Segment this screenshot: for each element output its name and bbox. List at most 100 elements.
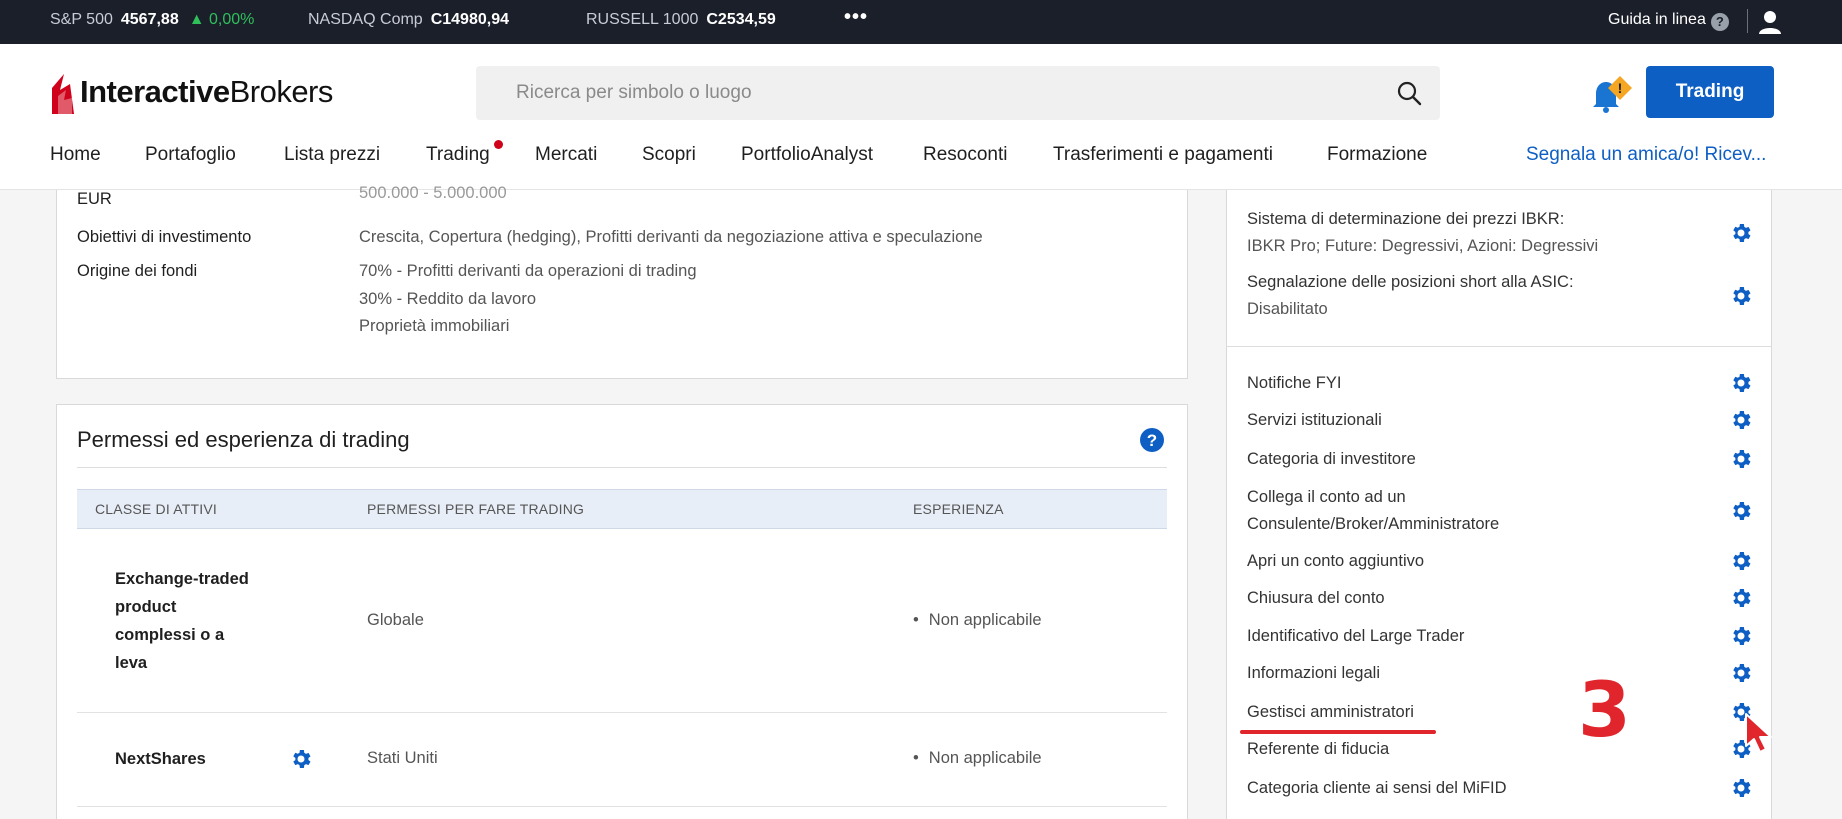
gear-icon[interactable] — [1729, 661, 1753, 685]
setting-item-large-trader[interactable]: Identificativo del Large Trader — [1247, 623, 1753, 650]
annotation-underline — [1240, 730, 1436, 734]
experience-value: Non applicabile — [913, 749, 1042, 768]
gear-icon[interactable] — [1729, 371, 1753, 395]
setting-item-close-account[interactable]: Chiusura del conto — [1247, 585, 1753, 612]
help-label: Guida in linea — [1608, 11, 1706, 28]
setting-label: Chiusura del conto — [1247, 589, 1385, 607]
gear-icon[interactable] — [1729, 499, 1753, 523]
trading-button[interactable]: Trading — [1646, 66, 1774, 118]
logo-flame-icon — [52, 74, 74, 114]
table-header: CLASSE DI ATTIVI PERMESSI PER FARE TRADI… — [77, 489, 1167, 529]
site-header: InteractiveBrokers ! Trading Home Portaf… — [0, 44, 1842, 190]
help-icon: ? — [1710, 13, 1729, 31]
divider — [1227, 346, 1771, 347]
gear-icon[interactable] — [1729, 284, 1753, 308]
setting-label: Identificativo del Large Trader — [1247, 627, 1465, 645]
ticker-name: NASDAQ Comp — [308, 11, 423, 28]
objectives-row: Obiettivi di investimento — [77, 228, 251, 247]
gear-icon[interactable] — [1729, 776, 1753, 800]
interactive-brokers-logo[interactable]: InteractiveBrokers — [50, 70, 333, 114]
setting-label: Consulente/Broker/Amministratore — [1247, 515, 1500, 533]
setting-item-institutional[interactable]: Servizi istituzionali — [1247, 407, 1753, 434]
gear-icon[interactable] — [1729, 408, 1753, 432]
currency-label: EUR — [77, 190, 112, 208]
column-header: PERMESSI PER FARE TRADING — [367, 501, 585, 517]
column-header: CLASSE DI ATTIVI — [95, 501, 217, 517]
nav-item-reports[interactable]: Resoconti — [923, 144, 1008, 166]
setting-item-manage-administrators[interactable]: Gestisci amministratori — [1247, 699, 1753, 726]
ticker-value: 4567,88 — [120, 11, 179, 28]
search-bar — [476, 66, 1440, 120]
refer-friend-link[interactable]: Segnala un amica/o! Ricev... — [1526, 144, 1766, 166]
setting-row-asic: Segnalazione delle posizioni short alla … — [1247, 269, 1753, 323]
ticker-russell[interactable]: RUSSELL 1000 C2534,59 — [586, 11, 776, 29]
truncated-value: 500.000 - 5.000.000 — [359, 184, 507, 202]
search-input[interactable] — [476, 66, 1376, 120]
trading-permissions-card: Permessi ed esperienza di trading ? CLAS… — [56, 404, 1188, 819]
funds-value: 30% - Reddito da lavoro — [359, 290, 537, 308]
notification-dot — [494, 140, 503, 149]
notification-bell-icon[interactable]: ! — [1588, 74, 1634, 114]
main-nav: Home Portafoglio Lista prezzi Trading Me… — [0, 140, 1842, 184]
nav-item-education[interactable]: Formazione — [1327, 144, 1427, 166]
objectives-label: Obiettivi di investimento — [77, 228, 252, 246]
objectives-value: Crescita, Copertura (hedging), Profitti … — [359, 228, 983, 246]
ticker-name: RUSSELL 1000 — [586, 11, 699, 28]
setting-item-fyi[interactable]: Notifiche FYI — [1247, 370, 1753, 397]
gear-icon[interactable] — [1729, 447, 1753, 471]
gear-icon[interactable] — [1729, 221, 1753, 245]
setting-label: Segnalazione delle posizioni short alla … — [1247, 273, 1574, 291]
setting-label: Servizi istituzionali — [1247, 411, 1382, 429]
setting-value: Disabilitato — [1247, 300, 1328, 318]
gear-icon[interactable] — [1729, 549, 1753, 573]
ticker-sp500[interactable]: S&P 500 4567,88 ▲ 0,00% — [50, 11, 254, 29]
setting-item-mifid-category[interactable]: Categoria cliente ai sensi del MiFID — [1247, 775, 1753, 802]
experience-value: Non applicabile — [913, 611, 1042, 630]
help-icon[interactable]: ? — [1139, 427, 1165, 453]
ticker-change: ▲ 0,00% — [188, 11, 255, 28]
search-icon[interactable] — [1396, 80, 1422, 106]
funds-value: Proprietà immobiliari — [359, 317, 510, 335]
setting-item-legal-info[interactable]: Informazioni legali — [1247, 660, 1753, 687]
funds-label: Origine dei fondi — [77, 262, 198, 280]
nav-item-transfers[interactable]: Trasferimenti e pagamenti — [1053, 144, 1273, 166]
mouse-cursor-icon — [1745, 713, 1772, 753]
setting-value: IBKR Pro; Future: Degressivi, Azioni: De… — [1247, 237, 1599, 255]
divider — [1747, 9, 1748, 33]
setting-label: Collega il conto ad un — [1247, 488, 1406, 506]
nav-item-watchlist[interactable]: Lista prezzi — [284, 144, 380, 166]
ticker-nasdaq[interactable]: NASDAQ Comp C14980,94 — [308, 11, 509, 29]
ticker-name: S&P 500 — [50, 11, 113, 28]
nav-item-portfolio[interactable]: Portafoglio — [145, 144, 236, 166]
trading-permission: Globale — [367, 611, 424, 629]
bell-badge: ! — [1618, 80, 1623, 96]
nav-item-markets[interactable]: Mercati — [535, 144, 597, 166]
account-settings-panel: Sistema di determinazione dei prezzi IBK… — [1226, 190, 1772, 819]
setting-item-link-advisor[interactable]: Collega il conto ad un Consulente/Broker… — [1247, 484, 1753, 538]
setting-item-additional-account[interactable]: Apri un conto aggiuntivo — [1247, 548, 1753, 575]
user-icon[interactable] — [1756, 8, 1784, 36]
logo-text: InteractiveBrokers — [80, 74, 333, 109]
market-ticker-bar: S&P 500 4567,88 ▲ 0,00% NASDAQ Comp C14980,… — [0, 0, 1842, 44]
nav-item-discover[interactable]: Scopri — [642, 144, 696, 166]
setting-label: Gestisci amministratori — [1247, 703, 1414, 721]
help-link[interactable]: Guida in linea? — [1608, 11, 1729, 31]
setting-item-investor-category[interactable]: Categoria di investitore — [1247, 446, 1753, 473]
setting-item-trusted-contact[interactable]: Referente di fiducia — [1247, 736, 1753, 763]
nav-item-home[interactable]: Home — [50, 144, 101, 166]
nav-item-portfolioanalyst[interactable]: PortfolioAnalyst — [741, 144, 873, 166]
svg-text:?: ? — [1147, 431, 1157, 450]
setting-label: Categoria di investitore — [1247, 450, 1416, 468]
gear-icon[interactable] — [289, 747, 313, 771]
annotation-step-number: 3 — [1578, 665, 1631, 754]
section-title: Permessi ed esperienza di trading — [77, 427, 410, 452]
more-tickers-button[interactable]: ••• — [844, 6, 868, 29]
setting-label: Categoria cliente ai sensi del MiFID — [1247, 779, 1507, 797]
gear-icon[interactable] — [1729, 624, 1753, 648]
gear-icon[interactable] — [1729, 586, 1753, 610]
setting-label: Apri un conto aggiuntivo — [1247, 552, 1425, 570]
nav-item-trading[interactable]: Trading — [426, 144, 490, 166]
ticker-value: C14980,94 — [430, 11, 509, 28]
table-row: NextShares Stati Uniti Non applicabile — [77, 713, 1167, 807]
setting-label: Notifiche FYI — [1247, 374, 1342, 392]
